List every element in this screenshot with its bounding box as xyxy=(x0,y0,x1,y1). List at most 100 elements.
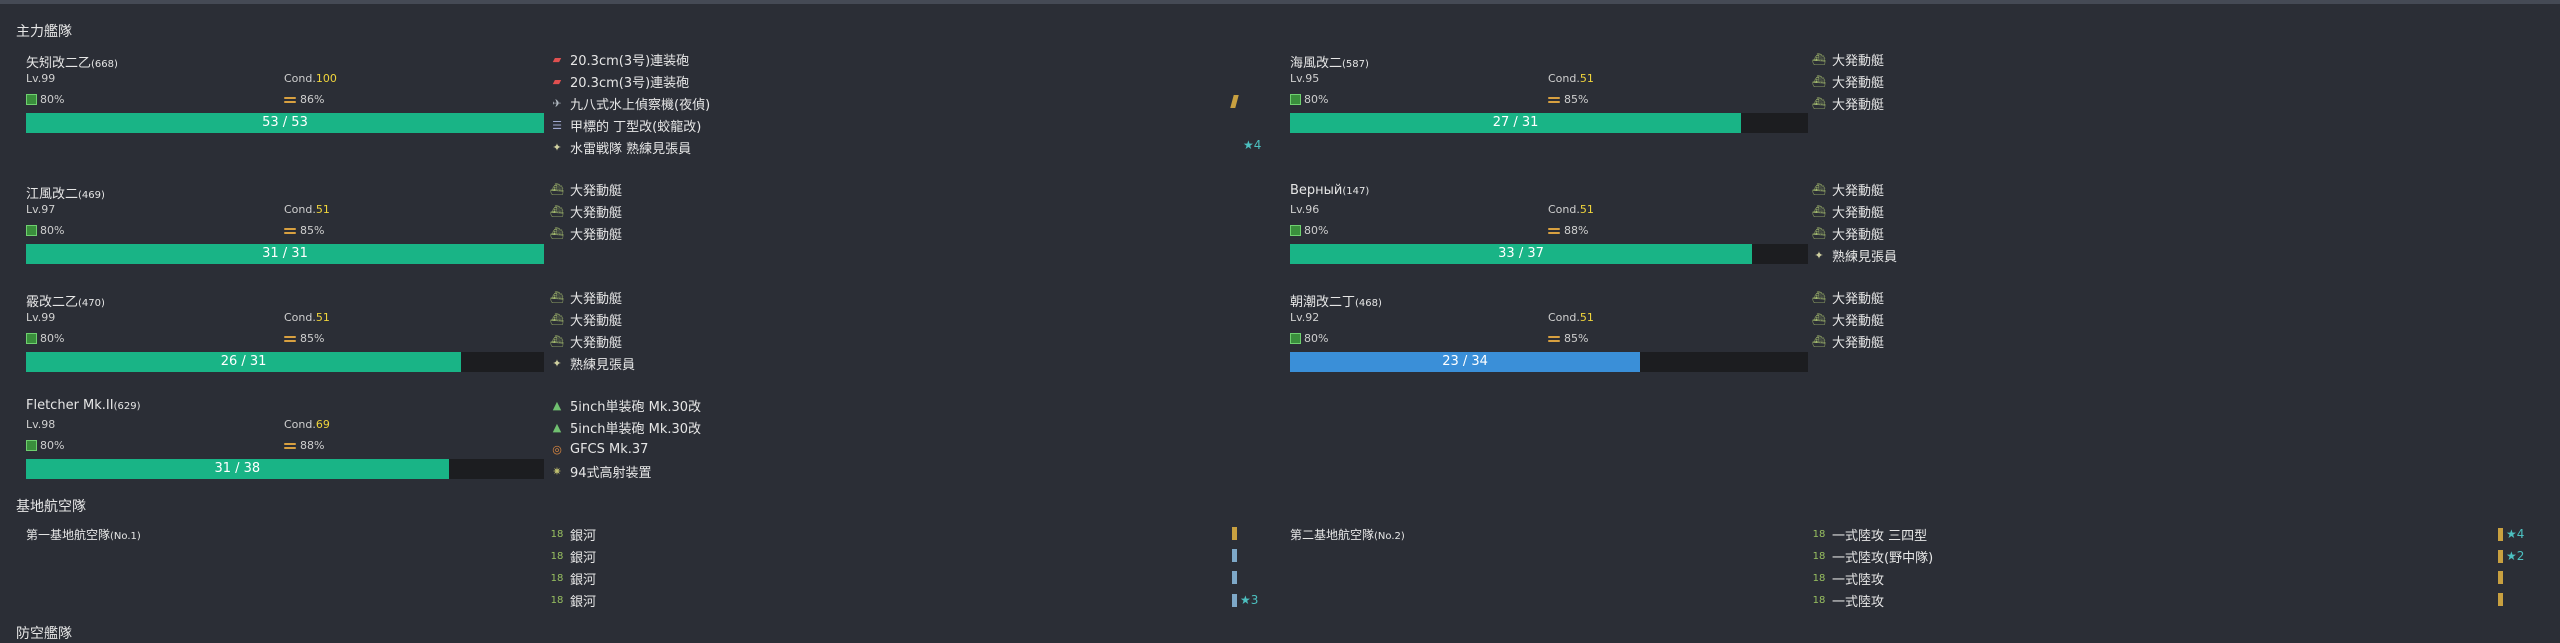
improvement-star: ★4 xyxy=(1243,138,1262,152)
ship-name[interactable]: 海風改二(587) xyxy=(1290,52,1369,71)
hp-bar: 27 / 31 xyxy=(1290,113,1808,133)
equipment-item[interactable]: ▲ 5inch単装砲 Mk.30改 xyxy=(548,416,1268,438)
ship-condition: Cond.51 xyxy=(284,311,330,324)
equipment-item[interactable]: ⛴ 大発動艇 xyxy=(1810,92,2530,114)
equipment-item[interactable]: ⛴ 大発動艇 xyxy=(1810,308,2530,330)
hp-bar: 53 / 53 xyxy=(26,113,544,133)
base-squadron[interactable]: 18 銀河 xyxy=(548,589,1268,611)
base-squadron[interactable]: 18 一式陸攻 三四型 xyxy=(1810,523,2530,545)
ammo-icon xyxy=(1548,334,1560,344)
equipment-item[interactable]: ⛴ 大発動艇 xyxy=(548,200,1268,222)
equipment-item[interactable]: ⛴ 大発動艇 xyxy=(1810,222,2530,244)
equipment-name: 熟練見張員 xyxy=(570,357,636,373)
base-name[interactable]: 第一基地航空隊(No.1) xyxy=(26,526,141,543)
hp-text: 53 / 53 xyxy=(262,115,308,130)
equipment-item[interactable]: ⛴ 大発動艇 xyxy=(1810,70,2530,92)
equipment-item[interactable]: ⛴ 大発動艇 xyxy=(548,222,1268,244)
equipment-item[interactable]: ⛴ 大発動艇 xyxy=(1810,178,2530,200)
ship-name[interactable]: 朝潮改二丁(468) xyxy=(1290,291,1382,310)
equipment-name: 大発動艇 xyxy=(1832,75,1885,91)
ship-name[interactable]: 江風改二(469) xyxy=(26,183,105,202)
base-name[interactable]: 第二基地航空隊(No.2) xyxy=(1290,526,1405,543)
ship-name[interactable]: Fletcher Mk.II(629) xyxy=(26,398,140,413)
equipment-item[interactable]: ⛴ 大発動艇 xyxy=(1810,286,2530,308)
secondary-gun-icon: ▲ xyxy=(552,398,562,412)
ship-level: Lv.95 xyxy=(1290,72,1320,85)
base-squadron[interactable]: 18 銀河 xyxy=(548,523,1268,545)
equipment-name: 大発動艇 xyxy=(570,313,623,329)
hp-text: 33 / 37 xyxy=(1498,246,1544,261)
boat-icon: ⛴ xyxy=(550,290,564,304)
equipment-name: 大発動艇 xyxy=(1832,183,1885,199)
equipment-item[interactable]: ✦ 水雷戦隊 熟練見張員 xyxy=(548,136,1268,158)
equipment-item[interactable]: ⛴ 大発動艇 xyxy=(548,286,1268,308)
equipment-name: GFCS Mk.37 xyxy=(570,441,649,457)
section-title-main-fleet: 主力艦隊 xyxy=(16,24,72,40)
ship-card: 矢矧改二乙(668) Lv.99 Cond.100 80% 86% 53 / 5… xyxy=(26,52,554,144)
equipment-item[interactable]: ▰ 20.3cm(3号)連装砲 xyxy=(548,48,1268,70)
ship-ammo: 86% xyxy=(284,93,324,106)
ship-fuel: 80% xyxy=(26,332,64,345)
boat-icon: ⛴ xyxy=(1812,334,1826,348)
fuel-icon xyxy=(1290,333,1301,344)
equipment-list: ⛴ 大発動艇 ⛴ 大発動艇 ⛴ 大発動艇 xyxy=(1810,48,2530,114)
ship-name[interactable]: Верный(147) xyxy=(1290,183,1369,198)
fuel-icon xyxy=(26,333,37,344)
equipment-name: 九八式水上偵察機(夜偵) xyxy=(570,97,711,113)
ammo-icon xyxy=(1548,226,1560,236)
ship-level: Lv.99 xyxy=(26,311,56,324)
boat-icon: ⛴ xyxy=(550,334,564,348)
land-bomber-icon: 18 xyxy=(1812,572,1826,584)
ship-name[interactable]: 矢矧改二乙(668) xyxy=(26,52,118,71)
equipment-item[interactable]: ✈ 九八式水上偵察機(夜偵) xyxy=(548,92,1268,114)
ship-fuel: 80% xyxy=(1290,332,1328,345)
equipment-item[interactable]: ⛴ 大発動艇 xyxy=(548,308,1268,330)
equipment-item[interactable]: ✦ 熟練見張員 xyxy=(1810,244,2530,266)
base-squadron[interactable]: 18 銀河 xyxy=(548,567,1268,589)
equipment-name: 大発動艇 xyxy=(1832,53,1885,69)
ship-condition: Cond.51 xyxy=(1548,72,1594,85)
equipment-item[interactable]: ⛴ 大発動艇 xyxy=(1810,200,2530,222)
ship-card: Fletcher Mk.II(629) Lv.98 Cond.69 80% 88… xyxy=(26,398,554,490)
ammo-icon xyxy=(284,334,296,344)
fuel-icon xyxy=(26,94,37,105)
armor-icon: ☰ xyxy=(552,118,562,132)
base-squadron[interactable]: 18 一式陸攻 xyxy=(1810,589,2530,611)
ship-name[interactable]: 霰改二乙(470) xyxy=(26,291,105,310)
ship-fuel: 80% xyxy=(1290,224,1328,237)
equipment-item[interactable]: ▰ 20.3cm(3号)連装砲 xyxy=(548,70,1268,92)
equipment-name: 大発動艇 xyxy=(570,183,623,199)
section-title-lbas: 基地航空隊 xyxy=(16,499,86,515)
boat-icon: ⛴ xyxy=(1812,52,1826,66)
equipment-item[interactable]: ✦ 熟練見張員 xyxy=(548,352,1268,374)
boat-icon: ⛴ xyxy=(1812,182,1826,196)
equipment-list: ▲ 5inch単装砲 Mk.30改 ▲ 5inch単装砲 Mk.30改 ◎ GFCS Mk… xyxy=(548,394,1268,482)
equipment-item[interactable]: ☰ 甲標的 丁型改(蛟龍改) xyxy=(548,114,1268,136)
equipment-item[interactable]: ⛴ 大発動艇 xyxy=(548,330,1268,352)
base-squadron[interactable]: 18 一式陸攻 xyxy=(1810,567,2530,589)
hp-bar: 33 / 37 xyxy=(1290,244,1808,264)
squadron-name: 一式陸攻 xyxy=(1832,572,1885,588)
ship-id: (470) xyxy=(78,298,105,309)
equipment-name: 5inch単装砲 Mk.30改 xyxy=(570,399,702,415)
hp-text: 26 / 31 xyxy=(220,354,267,369)
ship-card: 海風改二(587) Lv.95 Cond.51 80% 85% 27 / 31 xyxy=(1290,52,1818,144)
ammo-icon xyxy=(1548,95,1560,105)
ship-ammo: 85% xyxy=(1548,93,1588,106)
hp-bar: 26 / 31 xyxy=(26,352,544,372)
boat-icon: ⛴ xyxy=(550,312,564,326)
base-squadron[interactable]: 18 一式陸攻(野中隊) xyxy=(1810,545,2530,567)
equipment-item[interactable]: ◎ GFCS Mk.37 xyxy=(548,438,1268,460)
base-squadron[interactable]: 18 銀河 xyxy=(548,545,1268,567)
equipment-item[interactable]: ✷ 94式高射装置 xyxy=(548,460,1268,482)
equipment-item[interactable]: ▲ 5inch単装砲 Mk.30改 xyxy=(548,394,1268,416)
equipment-name: 大発動艇 xyxy=(1832,205,1885,221)
ship-fuel: 80% xyxy=(26,93,64,106)
ship-id: (587) xyxy=(1342,59,1369,70)
ship-condition: Cond.100 xyxy=(284,72,337,85)
ship-card: 江風改二(469) Lv.97 Cond.51 80% 85% 31 / 31 xyxy=(26,183,554,275)
equipment-item[interactable]: ⛴ 大発動艇 xyxy=(548,178,1268,200)
equipment-item[interactable]: ⛴ 大発動艇 xyxy=(1810,48,2530,70)
equipment-item[interactable]: ⛴ 大発動艇 xyxy=(1810,330,2530,352)
hp-text: 31 / 31 xyxy=(262,246,308,261)
